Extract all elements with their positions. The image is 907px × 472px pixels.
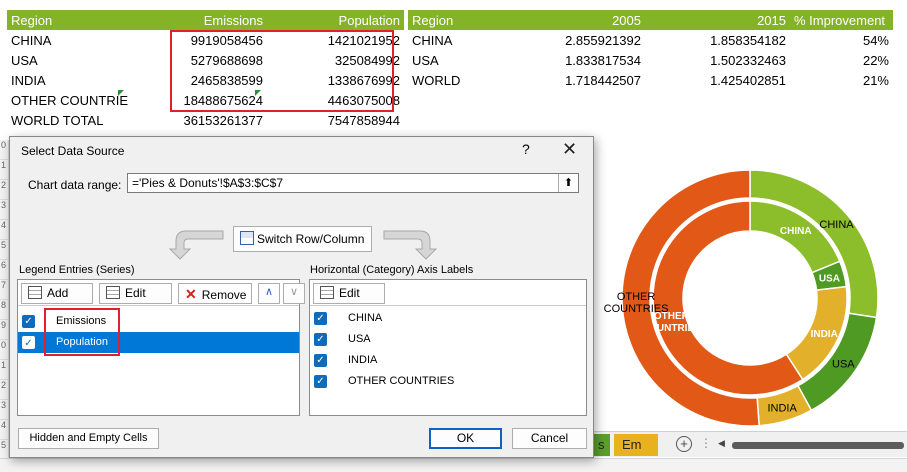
table-row: WORLD 1.718442507 1.425402851 21%	[408, 70, 893, 90]
axis-toolbar: Edit	[310, 280, 586, 306]
table-row: CHINA 2.855921392 1.858354182 54%	[408, 30, 893, 50]
cell[interactable]: WORLD TOTAL	[7, 110, 167, 130]
header-population[interactable]: Population	[267, 10, 404, 30]
edit-series-button[interactable]: Edit	[99, 283, 172, 304]
move-down-button[interactable]: ∨	[283, 283, 305, 304]
arrow-right-icon	[383, 230, 438, 260]
row-header-strip: 0123456789012345	[0, 140, 9, 472]
cell[interactable]: CHINA	[7, 30, 167, 50]
cell[interactable]: 2.855921392	[512, 30, 645, 50]
cell[interactable]: USA	[408, 50, 512, 70]
edit-axis-button[interactable]: Edit	[313, 283, 385, 304]
improvement-table: Region 2005 2015 % Improvement CHINA 2.8…	[408, 10, 893, 90]
scroll-left-icon[interactable]: ◀	[718, 438, 725, 449]
add-label: Add	[47, 286, 69, 300]
highlight-box	[44, 308, 120, 356]
donut-label-emissions-0: CHINA	[819, 219, 854, 231]
cell[interactable]: 1.833817534	[512, 50, 645, 70]
legend-entries-label: Legend Entries (Series)	[19, 264, 135, 276]
category-label: INDIA	[348, 354, 378, 366]
cell[interactable]: USA	[7, 50, 167, 70]
cell[interactable]: OTHER COUNTRIE	[7, 90, 167, 110]
sheet-tab-bar: s Em + ⋮ ◀	[590, 431, 907, 457]
donut-label-emissions-2: INDIA	[767, 402, 797, 414]
cell[interactable]: CHINA	[408, 30, 512, 50]
donut-label-population-0: CHINA	[780, 226, 812, 237]
cancel-button[interactable]: Cancel	[512, 428, 587, 449]
cell[interactable]: 54%	[790, 30, 893, 50]
cell[interactable]: 1.858354182	[645, 30, 790, 50]
cell[interactable]: 1.425402851	[645, 70, 790, 90]
cell[interactable]: INDIA	[7, 70, 167, 90]
header-2005[interactable]: 2005	[512, 10, 645, 30]
edit-icon	[320, 286, 334, 299]
axis-labels-label: Horizontal (Category) Axis Labels	[310, 264, 474, 276]
checkbox[interactable]: ✓	[22, 315, 35, 328]
donut-label-population-1: USA	[819, 274, 840, 285]
header-emissions[interactable]: Emissions	[167, 10, 267, 30]
cell[interactable]: 7547858944	[267, 110, 404, 130]
cell[interactable]: 22%	[790, 50, 893, 70]
cell[interactable]: 21%	[790, 70, 893, 90]
hidden-empty-cells-button[interactable]: Hidden and Empty Cells	[18, 428, 159, 449]
donut-label-population-2: INDIA	[811, 329, 838, 340]
edit-label: Edit	[339, 286, 360, 300]
edit-label: Edit	[125, 286, 146, 300]
cell[interactable]: 1.718442507	[512, 70, 645, 90]
add-icon	[28, 286, 42, 299]
horizontal-scrollbar[interactable]	[732, 442, 904, 449]
category-label: OTHER COUNTRIES	[348, 375, 455, 387]
switch-label: Switch Row/Column	[257, 232, 365, 246]
table-row: USA 1.833817534 1.502332463 22%	[408, 50, 893, 70]
checkbox[interactable]: ✓	[314, 375, 327, 388]
legend-entries-panel: Add Edit ✕ Remove ∧ ∨ ✓ Emissions ✓ Popul…	[17, 279, 305, 416]
cell-comment-marker	[118, 90, 124, 96]
table-row: WORLD TOTAL 36153261377 7547858944	[7, 110, 404, 130]
remove-label: Remove	[201, 288, 247, 302]
remove-series-button[interactable]: ✕ Remove	[178, 283, 252, 304]
cell[interactable]: 1.502332463	[645, 50, 790, 70]
more-options-icon[interactable]: ⋮	[700, 436, 712, 450]
series-toolbar: Add Edit ✕ Remove ∧ ∨	[18, 280, 305, 306]
category-item[interactable]: ✓ OTHER COUNTRIES	[310, 371, 586, 392]
select-data-source-dialog: Select Data Source ? ✕ Chart data range:…	[9, 136, 594, 458]
header-improvement[interactable]: % Improvement	[790, 10, 893, 30]
category-label: CHINA	[348, 312, 383, 324]
header-region[interactable]: Region	[7, 10, 167, 30]
remove-icon: ✕	[185, 286, 197, 302]
status-bar	[0, 458, 907, 472]
add-sheet-icon[interactable]: +	[676, 436, 692, 452]
dialog-title: Select Data Source	[21, 144, 125, 158]
ok-button[interactable]: OK	[429, 428, 502, 449]
category-item[interactable]: ✓ CHINA	[310, 308, 586, 329]
cell[interactable]: 36153261377	[167, 110, 267, 130]
highlight-box	[170, 30, 394, 112]
category-label: USA	[348, 333, 371, 345]
donut-chart[interactable]: CHINAUSAINDIAOTHER COUNTRIESCHINAUSAINDIA…	[600, 160, 907, 430]
sheet-tab[interactable]: Em	[614, 434, 658, 456]
checkbox[interactable]: ✓	[314, 333, 327, 346]
donut-label-emissions-1: USA	[832, 358, 855, 370]
edit-icon	[106, 286, 120, 299]
checkbox[interactable]: ✓	[22, 336, 35, 349]
category-item[interactable]: ✓ INDIA	[310, 350, 586, 371]
switch-row-column-button[interactable]: Switch Row/Column	[233, 226, 372, 252]
chart-range-label: Chart data range:	[28, 178, 122, 192]
axis-labels-panel: Edit ✓ CHINA ✓ USA ✓ INDIA ✓ OTHER COUNT…	[309, 279, 587, 416]
category-item[interactable]: ✓ USA	[310, 329, 586, 350]
cell[interactable]: WORLD	[408, 70, 512, 90]
chart-range-input[interactable]	[127, 173, 579, 193]
help-icon[interactable]: ?	[522, 141, 530, 157]
arrow-left-icon	[168, 230, 224, 260]
move-up-button[interactable]: ∧	[258, 283, 280, 304]
checkbox[interactable]: ✓	[314, 354, 327, 367]
header-2015[interactable]: 2015	[645, 10, 790, 30]
collapse-dialog-icon[interactable]: ⬆	[558, 174, 578, 192]
switch-icon	[240, 231, 254, 245]
checkbox[interactable]: ✓	[314, 312, 327, 325]
header-region[interactable]: Region	[408, 10, 512, 30]
add-series-button[interactable]: Add	[21, 283, 93, 304]
close-icon[interactable]: ✕	[562, 139, 577, 160]
